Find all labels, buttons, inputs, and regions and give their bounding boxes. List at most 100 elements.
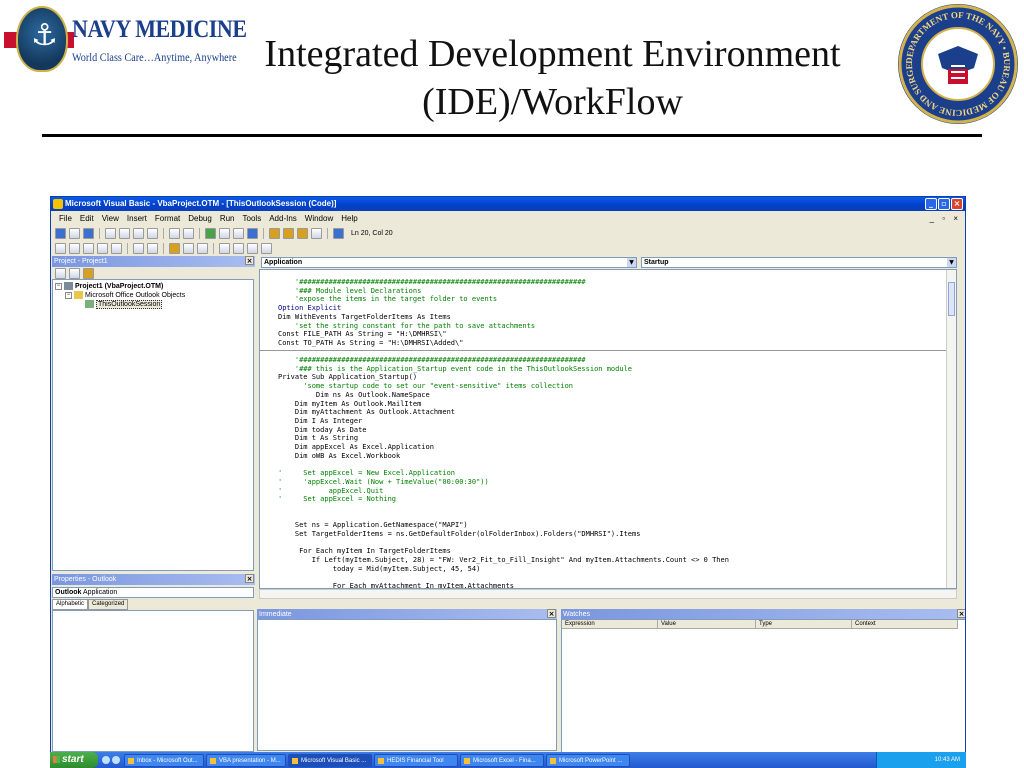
close-button[interactable]: ×	[951, 198, 963, 210]
code-line[interactable]: Private Sub Application_Startup()	[278, 373, 729, 382]
view-object-icon[interactable]	[69, 267, 80, 279]
comment-block-icon[interactable]	[183, 243, 194, 254]
code-line[interactable]: 'some startup code to set our "event-sen…	[278, 382, 729, 391]
watches-col-context[interactable]: Context	[852, 620, 958, 628]
menu-run[interactable]: Run	[216, 212, 239, 225]
code-line[interactable]: ' Set appExcel = Nothing	[278, 495, 729, 504]
code-line[interactable]	[278, 513, 729, 522]
start-button[interactable]: start	[50, 752, 98, 768]
code-line[interactable]: For Each myItem In TargetFolderItems	[278, 547, 729, 556]
code-line[interactable]: '#######################################…	[278, 356, 729, 365]
ie-icon[interactable]	[102, 756, 110, 764]
project-pane-close-button[interactable]: ×	[245, 256, 254, 265]
code-line[interactable]	[278, 460, 729, 469]
minimize-button[interactable]: _	[925, 198, 937, 210]
view-excel-icon[interactable]	[55, 228, 66, 239]
code-line[interactable]: Dim ns As Outlook.NameSpace	[278, 391, 729, 400]
quick-info-icon[interactable]	[83, 243, 94, 254]
object-combo-dropdown-icon[interactable]: ▼	[627, 258, 636, 267]
watches-col-expression[interactable]: Expression	[562, 620, 658, 628]
procedure-combo-dropdown-icon[interactable]: ▼	[947, 258, 956, 267]
project-explorer-icon[interactable]	[269, 228, 280, 239]
properties-grid[interactable]	[52, 610, 254, 752]
watches-pane-close-button[interactable]: ×	[957, 609, 965, 618]
code-line[interactable]: Const TO_PATH As String = "H:\DMHRSI\Add…	[278, 339, 586, 348]
properties-window-icon[interactable]	[283, 228, 294, 239]
break-icon[interactable]	[219, 228, 230, 239]
code-line[interactable]: ' 'appExcel.Wait (Now + TimeValue("00:00…	[278, 478, 729, 487]
code-horizontal-scrollbar[interactable]	[259, 589, 957, 599]
toggle-folders-icon[interactable]	[83, 267, 94, 279]
toggle-breakpoint-icon[interactable]	[169, 243, 180, 254]
list-constants-icon[interactable]	[69, 243, 80, 254]
reset-icon[interactable]	[233, 228, 244, 239]
list-properties-icon[interactable]	[55, 243, 66, 254]
uncomment-block-icon[interactable]	[197, 243, 208, 254]
window-titlebar[interactable]: Microsoft Visual Basic - VbaProject.OTM …	[51, 197, 965, 211]
watches-window[interactable]: Expression Value Type Context	[561, 619, 965, 752]
copy-icon[interactable]	[119, 228, 130, 239]
code-line[interactable]: If Left(myItem.Subject, 28) = "FW: Ver2_…	[278, 556, 729, 565]
design-mode-icon[interactable]	[247, 228, 258, 239]
code-editor[interactable]: '#######################################…	[259, 269, 957, 589]
tree-item-thisoutlooksession[interactable]: ThisOutlookSession	[55, 300, 251, 309]
code-line[interactable]: '#######################################…	[278, 278, 586, 287]
tab-categorized[interactable]: Categorized	[88, 599, 129, 610]
task-visual-basic[interactable]: Microsoft Visual Basic ...	[288, 753, 372, 767]
find-icon[interactable]	[147, 228, 158, 239]
menu-edit[interactable]: Edit	[76, 212, 98, 225]
code-line[interactable]: For Each myAttachment In myItem.Attachme…	[278, 582, 729, 588]
paste-icon[interactable]	[133, 228, 144, 239]
toolbox-icon[interactable]	[311, 228, 322, 239]
code-line[interactable]: Dim today As Date	[278, 426, 729, 435]
menu-view[interactable]: View	[98, 212, 123, 225]
save-icon[interactable]	[83, 228, 94, 239]
code-line[interactable]	[278, 539, 729, 548]
parameter-info-icon[interactable]	[97, 243, 108, 254]
tray-clock[interactable]: 10:43 AM	[935, 757, 960, 763]
code-line[interactable]: Dim t As String	[278, 434, 729, 443]
menu-debug[interactable]: Debug	[184, 212, 216, 225]
code-line[interactable]	[278, 574, 729, 583]
undo-icon[interactable]	[169, 228, 180, 239]
insert-module-icon[interactable]	[69, 228, 80, 239]
code-line[interactable]: Option Explicit	[278, 304, 586, 313]
menu-insert[interactable]: Insert	[123, 212, 151, 225]
code-line[interactable]: Dim myAttachment As Outlook.Attachment	[278, 408, 729, 417]
redo-icon[interactable]	[183, 228, 194, 239]
tab-alphabetic[interactable]: Alphabetic	[52, 599, 89, 610]
task-powerpoint[interactable]: Microsoft PowerPoint ...	[546, 753, 630, 767]
code-line[interactable]: Dim WithEvents TargetFolderItems As Item…	[278, 313, 586, 322]
code-line[interactable]: ' appExcel.Quit	[278, 487, 729, 496]
code-line[interactable]: Set TargetFolderItems = ns.GetDefaultFol…	[278, 530, 729, 539]
code-line[interactable]: '### this is the Application_Startup eve…	[278, 365, 729, 374]
properties-pane-close-button[interactable]: ×	[245, 574, 254, 583]
cut-icon[interactable]	[105, 228, 116, 239]
code-line[interactable]: Dim myItem As Outlook.MailItem	[278, 400, 729, 409]
code-line[interactable]: Dim appExcel As Excel.Application	[278, 443, 729, 452]
object-combo[interactable]: Application ▼	[261, 257, 637, 268]
menu-format[interactable]: Format	[151, 212, 184, 225]
view-code-icon[interactable]	[55, 267, 66, 279]
immediate-pane-close-button[interactable]: ×	[547, 609, 556, 618]
clear-bookmarks-icon[interactable]	[261, 243, 272, 254]
menu-add-ins[interactable]: Add-Ins	[265, 212, 301, 225]
procedure-combo[interactable]: Startup ▼	[641, 257, 957, 268]
menu-help[interactable]: Help	[337, 212, 361, 225]
code-line[interactable]: Set ns = Application.GetNamespace("MAPI"…	[278, 521, 729, 530]
watches-col-type[interactable]: Type	[756, 620, 852, 628]
code-startup-procedure[interactable]: '#######################################…	[278, 356, 729, 588]
tree-item-project1[interactable]: − Project1 (VbaProject.OTM)	[55, 282, 251, 291]
restore-button[interactable]: ▫	[938, 198, 950, 210]
object-browser-icon[interactable]	[297, 228, 308, 239]
menu-file[interactable]: File	[55, 212, 76, 225]
code-declarations[interactable]: '#######################################…	[278, 278, 586, 348]
code-line[interactable]: Dim oWB As Excel.Workbook	[278, 452, 729, 461]
immediate-window[interactable]	[257, 619, 557, 751]
outlook-icon[interactable]	[112, 756, 120, 764]
task-excel[interactable]: Microsoft Excel - Fina...	[460, 753, 544, 767]
menu-window[interactable]: Window	[301, 212, 337, 225]
properties-object-dropdown[interactable]: Outlook Application	[52, 587, 254, 598]
menu-tools[interactable]: Tools	[239, 212, 266, 225]
task-hedis-financial-tool[interactable]: HEDIS Financial Tool	[374, 753, 458, 767]
